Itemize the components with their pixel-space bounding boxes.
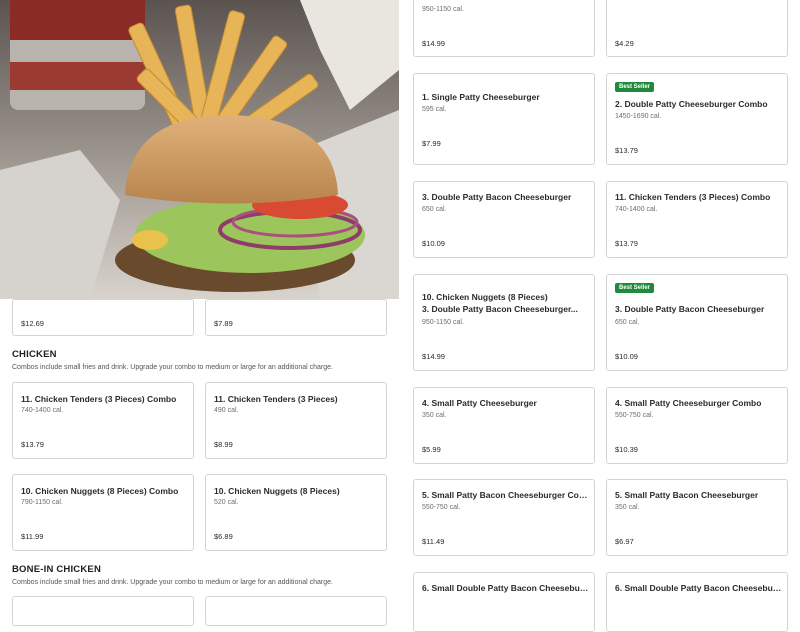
item-price: $7.99 — [422, 139, 441, 148]
menu-item-card[interactable]: 3. Double Patty Bacon Cheeseburger 650 c… — [413, 181, 595, 258]
menu-item-card[interactable]: $12.69 — [12, 299, 194, 336]
item-name: 3. Double Patty Bacon Cheeseburger — [422, 192, 572, 202]
item-price: $13.79 — [21, 440, 44, 449]
item-name: 11. Chicken Tenders (3 Pieces) Combo — [21, 394, 177, 404]
item-calories: 950-1150 cal. — [422, 319, 464, 326]
item-calories: 490 cal. — [214, 407, 239, 414]
item-calories: 550-750 cal. — [422, 504, 461, 511]
item-calories: 790-1150 cal. — [21, 499, 63, 506]
item-name: 6. Small Double Patty Bacon Cheeseburg..… — [422, 583, 590, 593]
item-price: $8.99 — [214, 440, 233, 449]
item-name: 10. Chicken Nuggets (8 Pieces) Combo — [21, 486, 179, 496]
item-price: $14.99 — [422, 352, 445, 361]
item-calories: 740-1400 cal. — [21, 407, 64, 414]
item-calories: 740-1400 cal. — [615, 206, 658, 213]
burger-illustration — [0, 0, 399, 299]
item-price: $5.99 — [422, 445, 441, 454]
section-title-bone-in-chicken: BONE-IN CHICKEN — [12, 564, 102, 575]
item-name: 4. Small Patty Cheeseburger Combo — [615, 398, 762, 408]
item-name: 5. Small Patty Bacon Cheeseburger — [615, 490, 759, 500]
item-price: $6.89 — [214, 532, 233, 541]
menu-item-card[interactable]: Best Seller 3. Double Patty Bacon Cheese… — [606, 274, 788, 371]
item-calories: 520 cal. — [214, 499, 239, 506]
item-price: $11.49 — [422, 537, 445, 546]
menu-item-card[interactable]: 11. Chicken Tenders (3 Pieces) 490 cal. … — [205, 382, 387, 459]
item-name-overlap: 10. Chicken Nuggets (8 Pieces) — [422, 292, 548, 302]
item-name: 11. Chicken Tenders (3 Pieces) Combo — [615, 192, 771, 202]
item-calories: 1450-1690 cal. — [615, 113, 662, 120]
item-price: $10.09 — [422, 239, 445, 248]
item-calories: 350 cal. — [615, 504, 640, 511]
menu-item-card[interactable]: 5. Small Patty Bacon Cheeseburger 350 ca… — [606, 479, 788, 556]
item-calories: 650 cal. — [422, 206, 447, 213]
item-price: $13.79 — [615, 239, 638, 248]
item-price: $7.89 — [214, 319, 233, 328]
item-price: $12.69 — [21, 319, 44, 328]
item-name: 5. Small Patty Bacon Cheeseburger Combo — [422, 490, 590, 500]
menu-item-card[interactable] — [205, 596, 387, 626]
menu-item-card[interactable]: 11. Chicken Tenders (3 Pieces) Combo 740… — [12, 382, 194, 459]
item-name: 11. Chicken Tenders (3 Pieces) — [214, 394, 338, 404]
item-calories: 950-1150 cal. — [422, 6, 464, 13]
item-price: $14.99 — [422, 39, 445, 48]
food-photo — [0, 0, 399, 299]
best-seller-badge: Best Seller — [615, 283, 655, 293]
menu-item-card[interactable]: 4. Small Patty Cheeseburger Combo 550-75… — [606, 387, 788, 464]
item-price: $4.29 — [615, 39, 634, 48]
menu-item-card[interactable]: 10. Chicken Nuggets (8 Pieces) 520 cal. … — [205, 474, 387, 551]
item-name: 6. Small Double Patty Bacon Cheeseburger — [615, 583, 783, 593]
item-price: $10.09 — [615, 352, 638, 361]
item-name: 10. Chicken Nuggets (8 Pieces) — [214, 486, 340, 496]
menu-item-card[interactable]: 6. Small Double Patty Bacon Cheeseburg..… — [413, 572, 595, 632]
menu-item-card[interactable]: 6. Small Double Patty Bacon Cheeseburger — [606, 572, 788, 632]
item-calories: 350 cal. — [422, 412, 447, 419]
menu-item-card[interactable] — [12, 596, 194, 626]
menu-item-card[interactable]: $7.89 — [205, 299, 387, 336]
menu-item-card[interactable]: 1. Single Patty Cheeseburger 595 cal. $7… — [413, 73, 595, 165]
menu-item-card[interactable]: 11. Chicken Tenders (3 Pieces) Combo 740… — [606, 181, 788, 258]
item-name: 4. Small Patty Cheeseburger — [422, 398, 537, 408]
menu-item-card[interactable]: 4. Small Patty Cheeseburger 350 cal. $5.… — [413, 387, 595, 464]
menu-item-card[interactable]: 5. Small Patty Bacon Cheeseburger Combo … — [413, 479, 595, 556]
item-price: $11.99 — [21, 532, 44, 541]
best-seller-badge: Best Seller — [615, 82, 655, 92]
item-price: $13.79 — [615, 146, 638, 155]
item-name: 3. Double Patty Bacon Cheeseburger — [615, 304, 765, 314]
menu-item-card[interactable]: 10. Chicken Nuggets (8 Pieces) 3. Double… — [413, 274, 595, 371]
menu-item-card[interactable]: $4.29 — [606, 0, 788, 57]
item-calories: 650 cal. — [615, 319, 640, 326]
item-price: $6.97 — [615, 537, 634, 546]
item-name: 1. Single Patty Cheeseburger — [422, 92, 540, 102]
item-price: $10.39 — [615, 445, 638, 454]
menu-item-card[interactable]: 950-1150 cal. $14.99 — [413, 0, 595, 57]
menu-item-card[interactable]: 10. Chicken Nuggets (8 Pieces) Combo 790… — [12, 474, 194, 551]
item-name: 2. Double Patty Cheeseburger Combo — [615, 99, 768, 109]
menu-item-card[interactable]: Best Seller 2. Double Patty Cheeseburger… — [606, 73, 788, 165]
item-calories: 595 cal. — [422, 106, 447, 113]
item-calories: 550-750 cal. — [615, 412, 654, 419]
section-title-chicken: CHICKEN — [12, 349, 57, 360]
section-subtitle-chicken: Combos include small fries and drink. Up… — [12, 364, 333, 371]
item-name: 3. Double Patty Bacon Cheeseburger... — [422, 304, 590, 314]
section-subtitle-bone-in-chicken: Combos include small fries and drink. Up… — [12, 579, 333, 586]
